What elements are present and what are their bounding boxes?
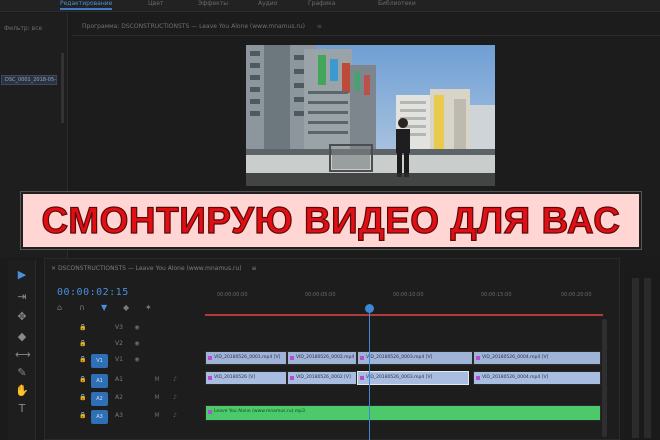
video-clip[interactable]: VID_20180526_0002 [V] — [287, 371, 357, 385]
ripple-edit-tool-icon[interactable]: ✥ — [15, 310, 29, 324]
source-patch[interactable]: A1 — [91, 374, 108, 388]
video-clip[interactable]: VID_20180526 [V] — [205, 371, 287, 385]
source-patch[interactable] — [91, 322, 108, 336]
tools-panel: ▶ ⇥ ✥ ◆ ⟷ ✎ ✋ T — [8, 260, 36, 440]
eye-icon[interactable]: ◉ — [133, 340, 141, 348]
lock-icon[interactable]: 🔒 — [79, 356, 87, 364]
selection-tool-icon[interactable]: ▶ — [15, 268, 29, 282]
track-header-v2: 🔒 V2 ◉ — [71, 337, 205, 353]
video-clip[interactable]: VID_20180526_0003.mp4 [V] — [357, 351, 473, 365]
tab-libraries[interactable]: Библиотеки — [378, 0, 416, 8]
nest-icon[interactable]: ⌂ — [57, 303, 62, 312]
video-preview — [246, 45, 495, 186]
audio-clip[interactable]: Leave You Alone (www.mnamus.ru).mp3 — [205, 405, 601, 421]
type-tool-icon[interactable]: T — [15, 402, 29, 416]
tab-color[interactable]: Цвет — [148, 0, 163, 8]
tab-effects[interactable]: Эффекты — [198, 0, 228, 8]
pen-tool-icon[interactable]: ✎ — [15, 366, 29, 380]
audio-meters — [624, 270, 660, 440]
source-patch[interactable]: A3 — [91, 410, 108, 424]
track-label: A3 — [115, 412, 123, 419]
mute-icon[interactable]: M — [153, 376, 161, 384]
eye-icon[interactable]: ◉ — [133, 356, 141, 364]
filter-label: Фильтр: все — [4, 25, 43, 32]
workspace-bar: Редактирование Цвет Эффекты Аудио График… — [0, 0, 660, 12]
timeline-panel: ✕ DSCONSTRUCTIONSTS — Leave You Alone (w… — [44, 258, 620, 440]
mute-icon[interactable]: M — [153, 394, 161, 402]
track-select-tool-icon[interactable]: ⇥ — [15, 290, 29, 304]
timecode-display[interactable]: 00:00:02:15 — [57, 287, 129, 298]
tab-editing[interactable]: Редактирование — [60, 0, 113, 10]
source-patch[interactable]: A2 — [91, 392, 108, 406]
lock-icon[interactable]: 🔒 — [79, 376, 87, 384]
time-ruler[interactable]: 00:00:00:00 00:00:05:00 00:00:10:00 00:0… — [205, 289, 605, 316]
lock-icon[interactable]: 🔒 — [79, 340, 87, 348]
lock-icon[interactable]: 🔒 — [79, 324, 87, 332]
sequence-menu-icon[interactable]: ≡ — [252, 265, 257, 272]
track-header-a3: 🔒 A3 A3 M ♪ — [71, 409, 205, 425]
wrench-icon[interactable]: ✦ — [145, 303, 152, 312]
track-header-a1: 🔒 A1 A1 M ♪ — [71, 373, 205, 389]
video-clip[interactable]: VID_20180526_0001.mp4 [V] — [205, 351, 287, 365]
source-patch[interactable] — [91, 338, 108, 352]
lock-icon[interactable]: 🔒 — [79, 412, 87, 420]
microphone-icon[interactable]: ♪ — [171, 394, 179, 402]
ruler-tick: 00:00:05:00 — [305, 292, 336, 298]
video-frame-image — [246, 45, 495, 186]
project-scrollbar[interactable] — [61, 53, 64, 123]
banner-text: СМОНТИРУЮ ВИДЕО ДЛЯ ВАС — [41, 199, 621, 241]
tab-graphics[interactable]: Графика — [308, 0, 335, 8]
ruler-tick: 00:00:00:00 — [217, 292, 248, 298]
slip-tool-icon[interactable]: ⟷ — [15, 348, 31, 362]
track-header-v1: 🔒 V1 V1 ◉ — [71, 353, 205, 369]
track-label: V2 — [115, 340, 123, 347]
hand-tool-icon[interactable]: ✋ — [15, 384, 29, 398]
track-label: A2 — [115, 394, 123, 401]
work-area-bar[interactable] — [205, 314, 603, 316]
mute-icon[interactable]: M — [153, 412, 161, 420]
linked-selection-icon[interactable]: ▼ — [101, 303, 107, 312]
monitor-title-text: Программа: DSCONSTRUCTIONSTS — Leave You… — [82, 23, 305, 30]
sequence-close-icon[interactable]: ✕ — [51, 265, 58, 272]
microphone-icon[interactable]: ♪ — [171, 412, 179, 420]
panel-menu-icon[interactable]: ≡ — [317, 23, 322, 30]
tab-audio[interactable]: Аудио — [258, 0, 277, 8]
selected-video-clip[interactable]: VID_20180526_0003.mp4 [V] — [357, 371, 469, 385]
track-label: A1 — [115, 376, 123, 383]
eye-icon[interactable]: ◉ — [133, 324, 141, 332]
snap-icon[interactable]: ∩ — [79, 303, 85, 312]
source-patch[interactable]: V1 — [91, 354, 108, 368]
track-label: V3 — [115, 324, 123, 331]
timeline-scrollbar[interactable] — [602, 319, 607, 437]
monitor-divider — [72, 35, 660, 36]
meter-left — [632, 278, 639, 438]
monitor-title: Программа: DSCONSTRUCTIONSTS — Leave You… — [82, 23, 322, 30]
razor-tool-icon[interactable]: ◆ — [15, 330, 29, 344]
microphone-icon[interactable]: ♪ — [171, 376, 179, 384]
promo-banner: СМОНТИРУЮ ВИДЕО ДЛЯ ВАС — [21, 192, 641, 249]
playhead-line[interactable] — [369, 305, 370, 440]
ruler-tick: 00:00:20:00 — [561, 292, 592, 298]
project-item[interactable]: DSC_0001_2018-05-24 — [1, 75, 57, 85]
ruler-tick: 00:00:15:00 — [481, 292, 512, 298]
meter-right — [644, 278, 651, 438]
track-header-v3: 🔒 V3 ◉ — [71, 321, 205, 337]
sequence-title: ✕ DSCONSTRUCTIONSTS — Leave You Alone (w… — [51, 265, 257, 272]
lock-icon[interactable]: 🔒 — [79, 394, 87, 402]
video-clip[interactable]: VID_20180526_0002.mp4 — [287, 351, 357, 365]
ruler-tick: 00:00:10:00 — [393, 292, 424, 298]
add-marker-icon[interactable]: ◆ — [123, 303, 129, 312]
video-clip[interactable]: VID_20180526_0004.mp4 [V] — [473, 351, 601, 365]
track-area[interactable]: VID_20180526_0001.mp4 [V] VID_20180526_0… — [205, 321, 603, 439]
track-label: V1 — [115, 356, 123, 363]
sequence-name[interactable]: DSCONSTRUCTIONSTS — Leave You Alone (www… — [58, 265, 242, 272]
video-clip[interactable]: VID_20180526_0004.mp4 [V] — [473, 371, 601, 385]
track-header-a2: 🔒 A2 A2 M ♪ — [71, 391, 205, 407]
